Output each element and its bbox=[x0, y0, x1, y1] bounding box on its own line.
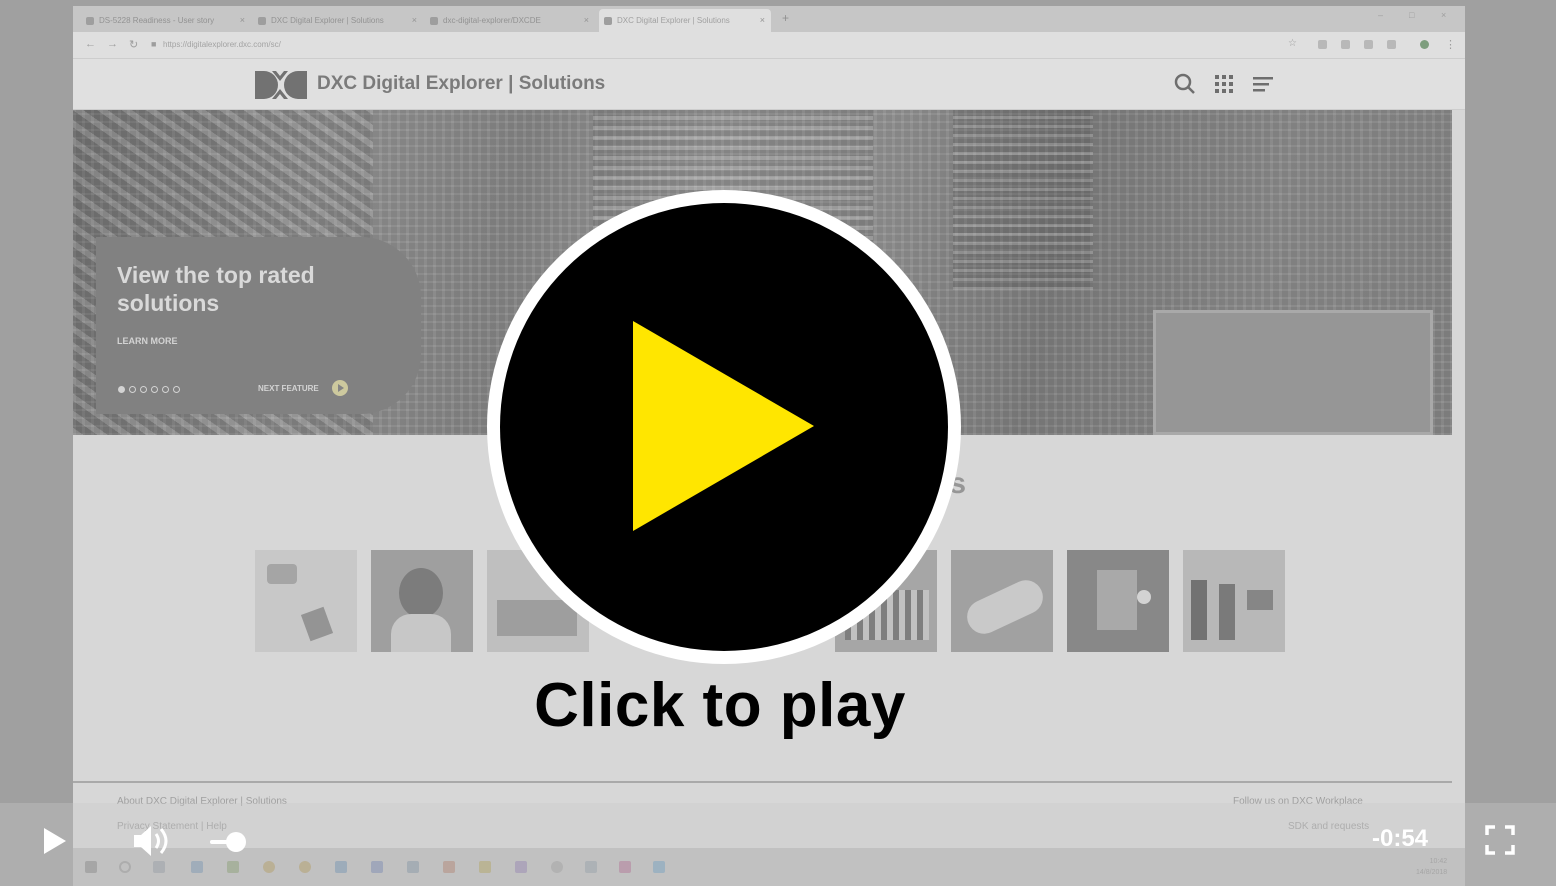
play-circle bbox=[500, 203, 948, 651]
fullscreen-icon[interactable] bbox=[1485, 825, 1515, 855]
time-remaining: -0:54 bbox=[1372, 825, 1429, 852]
click-to-play-label[interactable]: Click to play bbox=[490, 670, 950, 741]
volume-slider-handle[interactable] bbox=[226, 832, 246, 852]
volume-icon[interactable] bbox=[132, 823, 170, 859]
player-control-bar: -0:54 bbox=[0, 803, 1556, 886]
video-player[interactable]: DS-5228 Readiness - User story × DXC Digi… bbox=[0, 0, 1556, 886]
play-icon bbox=[633, 321, 814, 531]
play-icon[interactable] bbox=[44, 828, 66, 854]
big-play-button[interactable] bbox=[487, 190, 961, 664]
